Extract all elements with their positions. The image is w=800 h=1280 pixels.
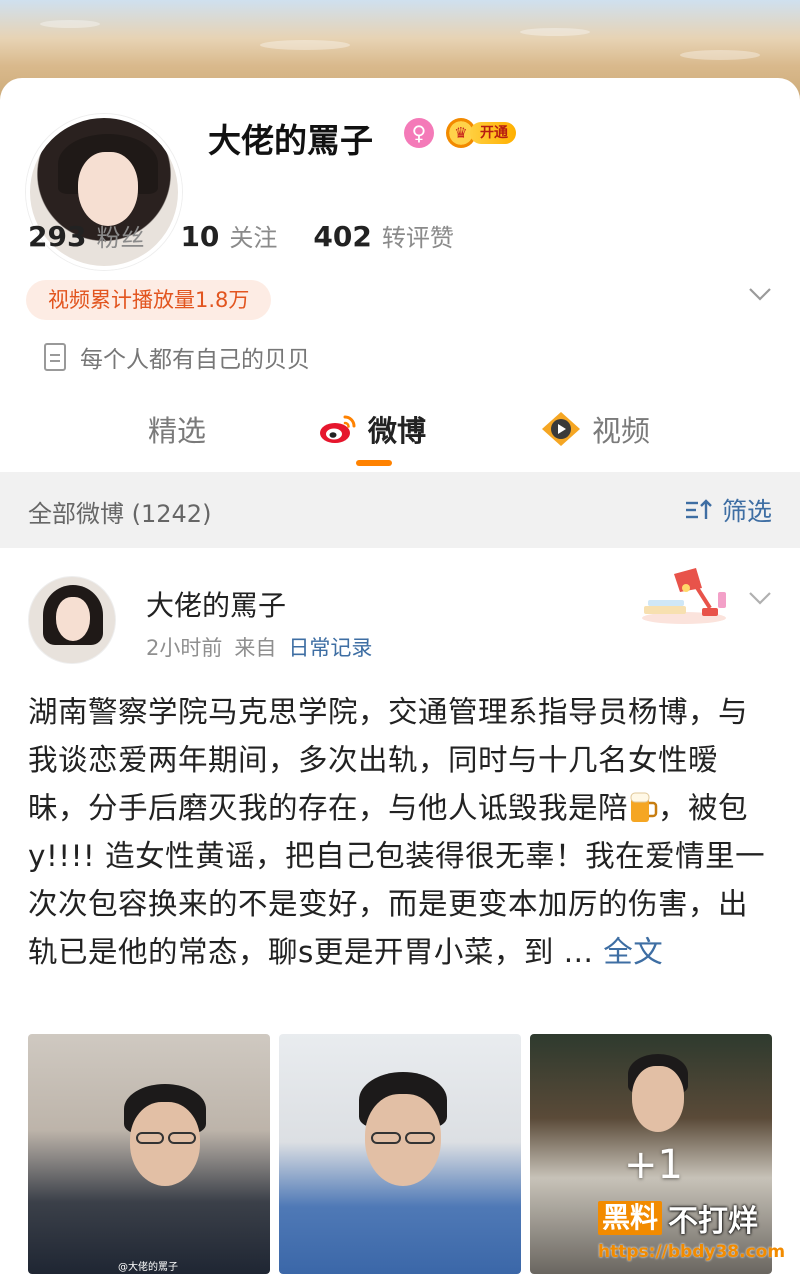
interactions-count: 402 (313, 220, 372, 253)
video-play-icon (542, 412, 580, 446)
watermark-brand-b: 不打烊 (668, 1204, 759, 1239)
tab-video[interactable]: 视频 (540, 408, 650, 450)
followers-count: 293 (28, 220, 87, 253)
active-tab-indicator (356, 460, 392, 466)
desk-lamp-icon (642, 568, 726, 624)
watermark-brand-a: 黑料 (598, 1201, 663, 1235)
interactions-label: 转评赞 (381, 224, 454, 252)
vip-open-badge[interactable]: ♛ 开通 (446, 118, 522, 148)
more-photos-count: +1 (624, 1142, 683, 1188)
following-count: 10 (180, 220, 220, 253)
post-author-name[interactable]: 大佬的罵子 (146, 584, 286, 624)
document-icon (44, 343, 66, 371)
female-icon: ♀ (404, 118, 434, 148)
post-card: 大佬的罵子 2小时前 来自 日常记录 湖南警察学院马克思学院，交通管理系指导员杨… (0, 548, 800, 1280)
video-plays-badge[interactable]: 视频累计播放量1.8万 (26, 280, 272, 320)
followers-stat[interactable]: 293 粉丝 (28, 218, 144, 253)
vip-open-label: 开通 (470, 122, 516, 144)
tab-weibo[interactable]: 微博 (318, 408, 426, 450)
tab-video-label: 视频 (592, 414, 651, 448)
filter-button[interactable]: 筛选 (684, 492, 772, 528)
profile-username: 大佬的罵子 (208, 121, 373, 160)
read-full-link[interactable]: 全文 (603, 935, 663, 969)
site-watermark: 黑料 不打烊 https://bbdy38.com (598, 1196, 788, 1266)
post-photo-2[interactable] (279, 1034, 521, 1274)
chevron-down-icon[interactable] (748, 282, 772, 306)
post-filter-bar: 全部微博 (1242) 筛选 (0, 472, 800, 548)
all-posts-count: 全部微博 (1242) (28, 500, 212, 528)
weibo-logo-icon (320, 415, 356, 443)
post-photo-1[interactable]: @大佬的罵子 (28, 1034, 270, 1274)
filter-sort-icon (686, 499, 712, 519)
followers-label: 粉丝 (96, 224, 145, 252)
tab-weibo-label: 微博 (368, 414, 427, 448)
post-source-link[interactable]: 日常记录 (288, 632, 372, 662)
watermark-url: https://bbdy38.com (598, 1242, 786, 1262)
profile-tabs: 精选 微博 视频 (0, 398, 800, 470)
tab-featured-label: 精选 (148, 414, 207, 448)
bio-text: 每个人都有自己的贝贝 (80, 347, 310, 373)
filter-label: 筛选 (722, 497, 773, 526)
photo-watermark: @大佬的罵子 (118, 1262, 178, 1273)
profile-bio: 每个人都有自己的贝贝 (44, 340, 310, 374)
beer-emoji (630, 792, 658, 822)
post-author-avatar[interactable] (28, 576, 116, 664)
interactions-stat[interactable]: 402 转评赞 (313, 218, 453, 253)
post-time: 2小时前 (146, 636, 223, 660)
following-label: 关注 (229, 224, 278, 252)
post-text: 湖南警察学院马克思学院，交通管理系指导员杨博，与我谈恋爱两年期间，多次出轨，同时… (28, 688, 772, 976)
post-options-chevron-icon[interactable] (748, 586, 772, 610)
following-stat[interactable]: 10 关注 (180, 218, 277, 253)
profile-stats: 293 粉丝 10 关注 402 转评赞 (28, 218, 454, 253)
post-meta: 2小时前 来自 日常记录 (146, 632, 372, 662)
tab-featured[interactable]: 精选 (148, 408, 206, 450)
post-from-prefix: 来自 (234, 636, 277, 660)
